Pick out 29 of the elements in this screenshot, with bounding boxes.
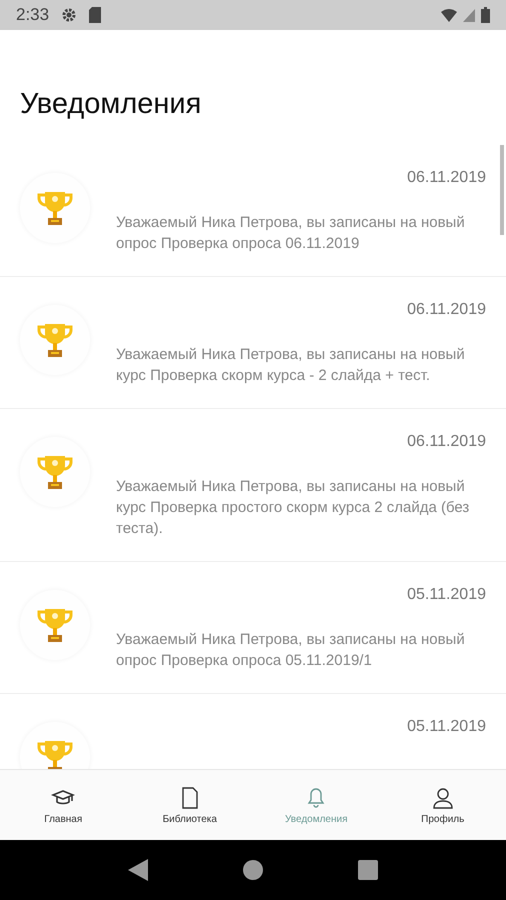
signal-icon bbox=[463, 8, 475, 22]
gear-icon bbox=[61, 7, 78, 23]
person-icon bbox=[430, 786, 455, 810]
sd-card-icon bbox=[89, 7, 102, 23]
notification-text: Уважаемый Ника Петрова, вы записаны на новый опрос Проверка опроса 06.11.2019 bbox=[116, 213, 466, 254]
notification-text: Уважаемый Ника Петрова, вы записаны на новый опрос Проверка опроса 05.11.2019/1 bbox=[116, 630, 466, 671]
notification-item[interactable]: 06.11.2019 Уважаемый Ника Петрова, вы записаны на новый курс Проверка простого скорм курса 2 слайда (без теста). bbox=[0, 409, 506, 562]
battery-icon bbox=[481, 7, 490, 23]
nav-tab[interactable]: Главная bbox=[0, 770, 126, 840]
page-title: Уведомления bbox=[20, 88, 202, 121]
notification-text: Уважаемый Ника Петрова, вы записаны на новый курс Проверка скорм курса - 2 слайда + тест. bbox=[116, 345, 466, 386]
back-icon[interactable] bbox=[128, 859, 148, 881]
notification-date: 05.11.2019 bbox=[407, 586, 486, 604]
notification-item[interactable]: 06.11.2019 Уважаемый Ника Петрова, вы записаны на новый курс Проверка скорм курса - 2 слайда + тест. bbox=[0, 277, 506, 409]
nav-tab[interactable]: Уведомления bbox=[253, 770, 380, 840]
notification-date: 06.11.2019 bbox=[407, 169, 486, 187]
notification-date: 06.11.2019 bbox=[407, 301, 486, 319]
nav-tab[interactable]: Библиотека bbox=[126, 770, 253, 840]
notification-text: Уважаемый Ника Петрова, вы записаны на новый курс Проверка простого скорм курса 2 слайда (без теста). bbox=[116, 477, 470, 539]
notification-date: 06.11.2019 bbox=[407, 433, 486, 451]
wifi-icon bbox=[441, 8, 457, 22]
nav-tab[interactable]: Профиль bbox=[380, 770, 506, 840]
home-icon[interactable] bbox=[242, 860, 263, 880]
notification-item[interactable]: 06.11.2019 Уважаемый Ника Петрова, вы записаны на новый опрос Проверка опроса 06.11.2019 bbox=[0, 145, 506, 277]
recents-icon[interactable] bbox=[358, 860, 378, 880]
notification-date: 05.11.2019 bbox=[407, 718, 486, 736]
scroll-bar[interactable] bbox=[500, 145, 504, 235]
status-time: 2:33 bbox=[16, 5, 50, 25]
notification-item[interactable]: 05.11.2019 Уважаемый Ника Петрова, вы записаны на новый опрос Проверка опроса 05.11.2019/1 bbox=[0, 562, 506, 694]
